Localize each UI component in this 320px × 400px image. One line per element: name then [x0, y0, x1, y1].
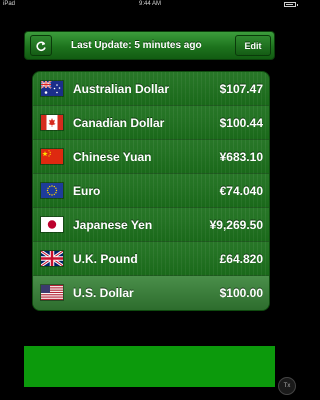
currency-value: ¥9,269.50: [209, 218, 263, 232]
ad-banner[interactable]: [24, 346, 275, 387]
eu-flag-icon: [41, 183, 63, 198]
currency-name: U.S. Dollar: [73, 286, 134, 300]
refresh-button[interactable]: [30, 35, 52, 56]
last-update-label: Last Update: 5 minutes ago: [71, 40, 202, 51]
uk-flag-icon: [41, 251, 63, 266]
currency-value: $100.00: [219, 286, 263, 300]
list-item[interactable]: Canadian Dollar $100.44: [33, 106, 269, 140]
usa-flag-icon: [41, 285, 63, 300]
status-bar: iPad 9:44 AM: [0, 0, 300, 9]
japan-flag-icon: [41, 217, 63, 232]
currency-value: $100.44: [219, 116, 263, 130]
currency-name: Chinese Yuan: [73, 150, 152, 164]
currency-value: ¥683.10: [219, 150, 263, 164]
refresh-icon: [36, 41, 46, 51]
currency-name: Canadian Dollar: [73, 116, 165, 130]
canada-flag-icon: [41, 115, 63, 130]
battery-icon: [284, 2, 298, 7]
currency-list: Australian Dollar $107.47 Canadian Dolla…: [32, 71, 270, 311]
top-toolbar: Last Update: 5 minutes ago Edit: [24, 31, 275, 60]
list-item[interactable]: Chinese Yuan ¥683.10: [33, 140, 269, 174]
australia-flag-icon: [41, 81, 63, 96]
currency-name: Australian Dollar: [73, 82, 170, 96]
currency-name: U.K. Pound: [73, 252, 138, 266]
currency-name: Japanese Yen: [73, 218, 153, 232]
currency-value: €74.040: [219, 184, 263, 198]
corner-button[interactable]: Tx: [278, 377, 296, 395]
currency-value: $107.47: [219, 82, 263, 96]
list-item[interactable]: Euro €74.040: [33, 174, 269, 208]
currency-name: Euro: [73, 184, 101, 198]
list-item[interactable]: U.S. Dollar $100.00: [33, 276, 269, 310]
list-item[interactable]: U.K. Pound £64.820: [33, 242, 269, 276]
edit-button[interactable]: Edit: [235, 35, 271, 56]
china-flag-icon: [41, 149, 63, 164]
list-item[interactable]: Japanese Yen ¥9,269.50: [33, 208, 269, 242]
list-item[interactable]: Australian Dollar $107.47: [33, 72, 269, 106]
currency-value: £64.820: [219, 252, 263, 266]
clock: 9:44 AM: [138, 1, 161, 7]
